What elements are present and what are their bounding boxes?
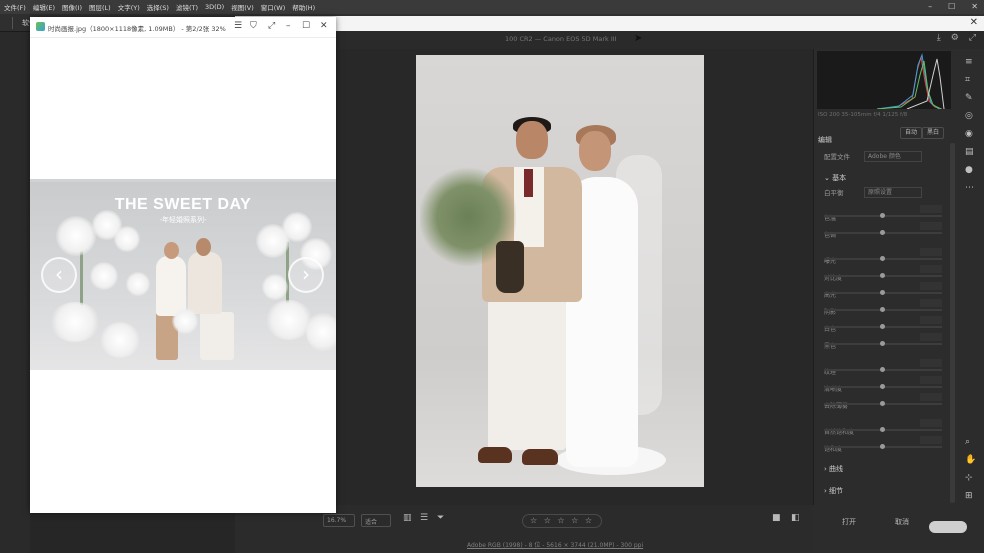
camera-raw-close-icon[interactable]: ✕ xyxy=(970,17,978,28)
ps-window-controls: – ☐ ✕ xyxy=(928,2,978,11)
slider-shadows[interactable]: 阴影 xyxy=(824,299,942,316)
viewer-minimize-icon[interactable]: – xyxy=(286,21,291,31)
hand-icon[interactable]: ✋ xyxy=(965,455,976,465)
rating-stars[interactable]: ☆ ☆ ☆ ☆ ☆ xyxy=(522,514,602,528)
slider-dehaze[interactable]: 去除薄雾 xyxy=(824,393,942,410)
save-icon[interactable]: ⤓ xyxy=(937,33,941,43)
histogram-meta: ISO 200 35-105mm f/4 1/125 f/8 xyxy=(818,112,908,118)
wedding-photo xyxy=(416,55,704,487)
menu-help[interactable]: 帮助(H) xyxy=(292,2,315,12)
detail-section-header[interactable]: › 细节 xyxy=(824,486,843,496)
sort-icon[interactable]: ☰ xyxy=(420,513,428,523)
menu-window[interactable]: 窗口(W) xyxy=(261,2,286,12)
presets-icon[interactable]: ● xyxy=(965,165,973,175)
zoom-value[interactable]: 16.7% xyxy=(323,514,355,527)
menu-file[interactable]: 文件(F) xyxy=(4,2,26,12)
done-button[interactable] xyxy=(929,521,967,533)
filmstrip-icon[interactable]: ▥ xyxy=(403,513,412,523)
viewer-pin-icon[interactable]: ⛉ xyxy=(250,21,257,31)
viewer-maximize-icon[interactable]: ☐ xyxy=(302,21,310,31)
camera-raw-titlebar: ✕ xyxy=(235,16,984,31)
snapshots-icon[interactable]: ▤ xyxy=(965,147,974,157)
profile-label: 配置文件 xyxy=(824,153,850,161)
ps-maximize-icon[interactable]: ☐ xyxy=(948,2,955,11)
viewer-fullscreen-icon[interactable]: ⤢ xyxy=(268,21,275,31)
ps-minimize-icon[interactable]: – xyxy=(928,2,932,11)
more-icon[interactable]: ⋯ xyxy=(965,183,974,193)
slider-contrast[interactable]: 对比度 xyxy=(824,265,942,282)
black-white-button[interactable]: 黑白 xyxy=(922,127,945,139)
white-balance-select[interactable]: 原照设置 xyxy=(864,187,922,198)
menu-layer[interactable]: 图层(L) xyxy=(89,2,111,12)
viewer-image-area[interactable]: THE SWEET DAY -年轻婚照系列- ‹ › xyxy=(30,38,336,513)
brush-icon[interactable]: ✎ xyxy=(965,93,973,103)
slider-vibrance[interactable]: 自然饱和度 xyxy=(824,419,942,436)
single-view-icon[interactable]: ■ xyxy=(772,513,781,523)
chevron-down-icon: ⌄ xyxy=(824,174,830,182)
open-button[interactable]: 打开 xyxy=(842,517,856,531)
slider-temperature[interactable]: 色温 xyxy=(824,205,942,222)
settings-gear-icon[interactable]: ⚙ xyxy=(951,33,959,43)
zoom-fit-select[interactable]: 适合 xyxy=(361,514,391,527)
curve-section-header[interactable]: › 曲线 xyxy=(824,464,843,474)
camera-raw-header: 100 CR2 — Canon EOS 5D Mark III ⤓ ⚙ ⤢ xyxy=(235,31,984,49)
menu-select[interactable]: 选择(S) xyxy=(147,2,169,12)
viewer-app-icon xyxy=(36,22,45,31)
white-balance-label: 白平衡 xyxy=(824,189,844,197)
banner-title: THE SWEET DAY xyxy=(114,196,252,213)
edit-panel-title: 编辑 xyxy=(818,136,832,144)
camera-raw-dialog: ✕ 100 CR2 — Canon EOS 5D Mark III ⤓ ⚙ ⤢ xyxy=(235,16,984,553)
slider-highlights[interactable]: 高光 xyxy=(824,282,942,299)
camera-info: 100 CR2 — Canon EOS 5D Mark III xyxy=(505,35,617,43)
slider-saturation[interactable]: 饱和度 xyxy=(824,436,942,453)
histogram xyxy=(817,51,951,109)
chevron-right-icon: › xyxy=(824,487,827,495)
auto-button[interactable]: 自动 xyxy=(900,127,923,139)
viewer-close-icon[interactable]: ✕ xyxy=(320,21,328,31)
slider-exposure[interactable]: 曝光 xyxy=(824,248,942,265)
mouse-cursor-icon: ➤ xyxy=(634,33,643,44)
viewer-titlebar: 时尚画报.jpg（1800×1118像素, 1.09MB） - 第2/2张 32… xyxy=(30,17,336,38)
slider-tint[interactable]: 色调 xyxy=(824,222,942,239)
slider-texture[interactable]: 纹理 xyxy=(824,359,942,376)
menu-3d[interactable]: 3D(D) xyxy=(205,3,224,11)
white-balance-row: 白平衡 原照设置 xyxy=(824,187,950,199)
menu-type[interactable]: 文字(Y) xyxy=(118,2,140,12)
edit-sliders-icon[interactable]: ≡ xyxy=(965,57,973,67)
image-viewer-window: 时尚画报.jpg（1800×1118像素, 1.09MB） - 第2/2张 32… xyxy=(30,17,336,513)
profile-row: 配置文件 Adobe 颜色 xyxy=(824,151,950,163)
grid-icon[interactable]: ⊞ xyxy=(965,491,973,501)
menu-filter[interactable]: 滤镜(T) xyxy=(176,2,198,12)
mask-icon[interactable]: ◎ xyxy=(965,111,973,121)
slider-whites[interactable]: 白色 xyxy=(824,316,942,333)
menu-image[interactable]: 图像(I) xyxy=(62,2,82,12)
sampler-icon[interactable]: ⊹ xyxy=(965,473,973,483)
menu-view[interactable]: 视图(V) xyxy=(231,2,254,12)
photoshop-menubar: 文件(F) 编辑(E) 图像(I) 图层(L) 文字(Y) 选择(S) 滤镜(T… xyxy=(0,0,984,14)
profile-select[interactable]: Adobe 颜色 xyxy=(864,151,922,162)
workflow-options-link[interactable]: Adobe RGB (1998) - 8 位 - 5616 × 3744 (21… xyxy=(467,540,643,549)
sweet-day-banner: THE SWEET DAY -年轻婚照系列- ‹ › xyxy=(30,179,336,370)
cancel-button[interactable]: 取消 xyxy=(895,517,909,531)
viewer-menu-icon[interactable]: ☰ xyxy=(234,21,242,31)
filter-icon[interactable]: ⏷ xyxy=(437,513,444,523)
desktop: 文件(F) 编辑(E) 图像(I) 图层(L) 文字(Y) 选择(S) 滤镜(T… xyxy=(0,0,984,553)
ps-close-icon[interactable]: ✕ xyxy=(971,2,978,11)
crop-icon[interactable]: ⌗ xyxy=(965,75,970,85)
slider-blacks[interactable]: 黑色 xyxy=(824,333,942,350)
fullscreen-icon[interactable]: ⤢ xyxy=(969,33,976,43)
viewer-file-title: 时尚画报.jpg（1800×1118像素, 1.09MB） - 第2/2张 32… xyxy=(48,25,226,33)
next-image-button[interactable]: › xyxy=(288,257,324,293)
compare-view-icon[interactable]: ◧ xyxy=(791,513,800,523)
edit-panel-header: 编辑 自动 黑白 xyxy=(818,127,948,144)
photoshop-toolbar xyxy=(0,32,30,553)
basic-section-header[interactable]: ⌄ 基本 xyxy=(824,173,846,183)
prev-image-button[interactable]: ‹ xyxy=(41,257,77,293)
slider-clarity[interactable]: 清晰度 xyxy=(824,376,942,393)
redeye-icon[interactable]: ◉ xyxy=(965,129,973,139)
tool-icon-column: ≡ ⌗ ✎ ◎ ◉ ▤ ● ⋯ ⌕ ✋ ⊹ ⊞ xyxy=(955,49,984,505)
menu-edit[interactable]: 编辑(E) xyxy=(33,2,55,12)
chevron-right-icon: › xyxy=(824,465,827,473)
zoom-icon[interactable]: ⌕ xyxy=(965,437,970,447)
